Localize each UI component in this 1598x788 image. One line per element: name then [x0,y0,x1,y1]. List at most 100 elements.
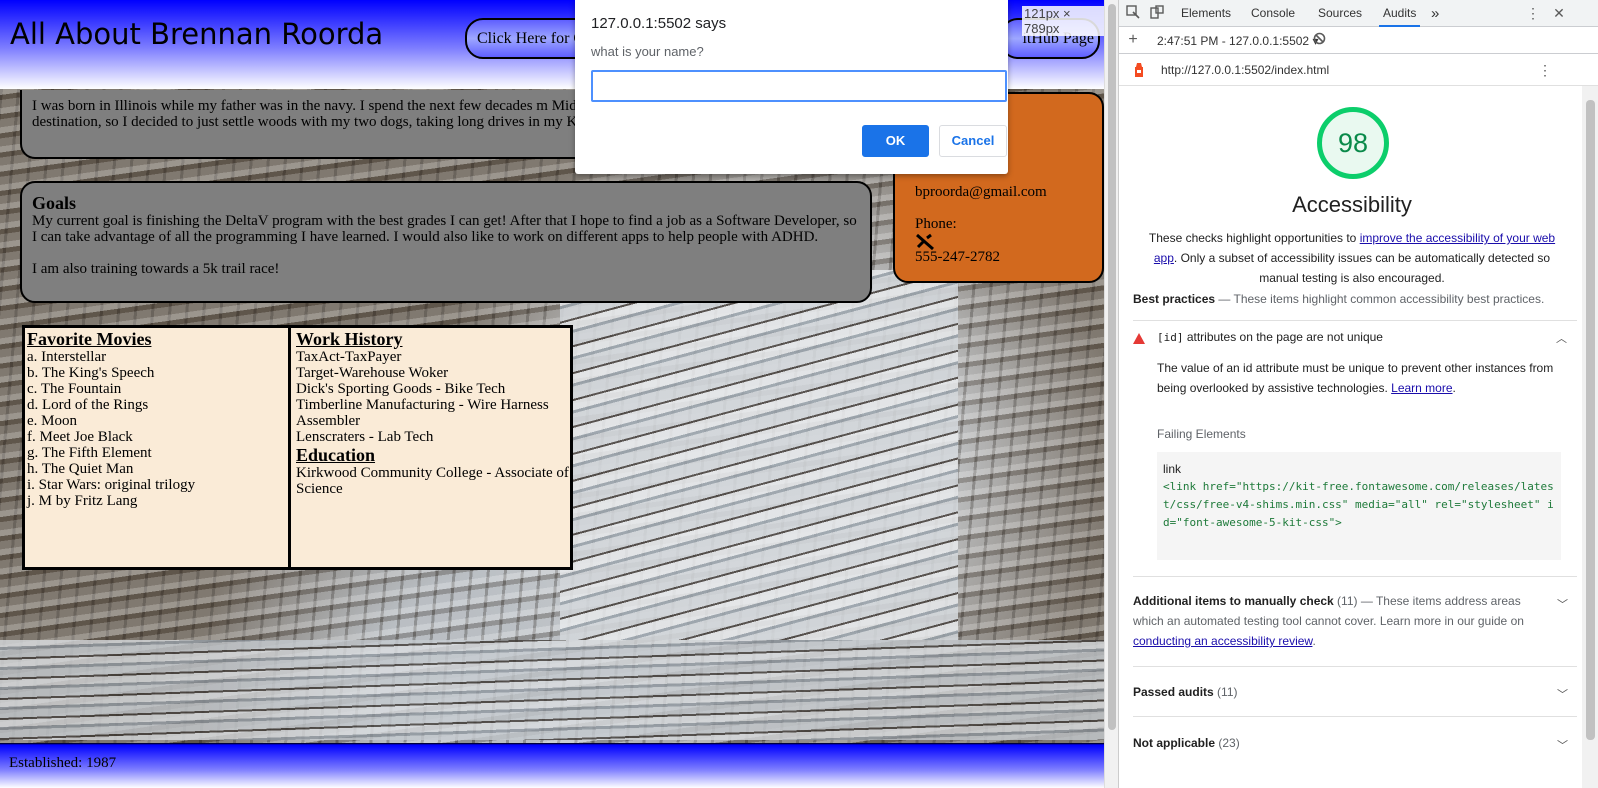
learn-more-link[interactable]: Learn more [1391,381,1452,395]
clear-icon[interactable] [1311,32,1327,48]
movies-column: Favorite Movies a. Interstellar b. The Ki… [25,328,291,567]
divider [1133,320,1577,321]
not-applicable-title: Not applicable [1133,736,1216,750]
lighthouse-icon [1131,62,1147,78]
audits-toolbar: + 2:47:51 PM - 127.0.0.1:5502 ▾ [1119,27,1598,54]
contact-phone: 555-247-2782 [915,249,1000,265]
site-title: All About Brennan Roorda [10,17,384,51]
viewport-size-badge: 121px × 789px [1022,6,1104,36]
more-tabs-button[interactable]: » [1431,0,1439,27]
work-list-item: Target-Warehouse Woker [296,365,449,381]
devtools-scrollbar-thumb[interactable] [1586,100,1595,740]
divider [1133,666,1577,667]
devtools-panel: Elements Console Sources Audits » ⋮ ✕ + … [1118,0,1598,788]
education-list: Kirkwood Community College - Associate o… [296,465,570,497]
divider [1133,576,1577,577]
page-scrollbar-thumb[interactable] [1108,4,1116,730]
contact-email: bproorda@gmail.com [915,184,1047,200]
work-list-item: Lenscraters - Lab Tech [296,429,434,445]
tab-audits[interactable]: Audits [1379,0,1421,27]
audit-desc-text: The value of an id attribute must be uni… [1157,361,1554,395]
cancel-button[interactable]: Cancel [939,125,1007,157]
ok-button[interactable]: OK [862,125,929,157]
desc-text-2: . Only a subset of accessibility issues … [1173,251,1551,285]
audit-code: [id] [1157,331,1184,344]
fail-triangle-icon [1133,333,1145,344]
manual-check-title: Additional items to manually check [1133,594,1334,608]
desc-text: These checks highlight opportunities to [1148,231,1360,245]
tab-sources[interactable]: Sources [1318,0,1362,27]
close-icon[interactable]: ✕ [1551,5,1567,21]
page-scrollbar[interactable] [1104,0,1118,788]
work-list-item: TaxAct-TaxPayer [296,349,402,365]
work-heading: Work History [296,329,403,349]
work-list-item: Dick's Sporting Goods - Bike Tech [296,381,506,397]
goals-title: Goals [32,193,77,213]
passed-audits-section[interactable]: Passed audits (11) [1133,682,1577,702]
education-heading: Education [296,445,376,465]
not-applicable-section[interactable]: Not applicable (23) [1133,733,1577,753]
prompt-dialog: 127.0.0.1:5502 says what is your name? O… [575,0,1008,174]
divider [1133,716,1577,717]
phone-icon [915,233,1082,251]
work-list: TaxAct-TaxPayer Target-Warehouse Woker Dic… [296,349,570,445]
movies-list: a. Interstellar b. The King's Speech c. Th… [27,349,288,509]
chevron-down-icon[interactable]: ﹀ [1557,596,1568,612]
accessibility-score: 98 [1337,128,1369,158]
phone-label: Phone: [915,216,957,232]
chevron-up-icon[interactable]: ︿ [1556,330,1567,346]
best-practices-text: — These items highlight common accessibi… [1215,292,1545,306]
devtools-scrollbar[interactable] [1582,86,1598,788]
report-url-bar: http://127.0.0.1:5502/index.html ⋮ [1119,55,1598,86]
passed-audits-count: (11) [1213,685,1238,699]
chevron-down-icon[interactable]: ﹀ [1557,686,1568,702]
report-url: http://127.0.0.1:5502/index.html [1161,63,1330,77]
name-input[interactable] [591,70,1007,102]
devtools-tabbar: Elements Console Sources Audits » ⋮ ✕ [1119,0,1598,27]
failing-node-name: link [1163,462,1182,476]
movie-list-item: i. Star Wars: original trilogy [27,477,196,493]
not-applicable-count: (23) [1215,736,1240,750]
chevron-down-icon[interactable]: ﹀ [1557,737,1568,753]
movie-list-item: g. The Fifth Element [27,445,152,461]
work-list-item: Timberline Manufacturing - Wire Harness … [296,397,549,429]
device-toolbar-icon[interactable] [1149,5,1165,21]
failing-node-snippet[interactable]: <link href="https://kit-free.fontawesome… [1163,478,1555,532]
category-description: These checks highlight opportunities to … [1143,228,1561,288]
audit-description: The value of an id attribute must be uni… [1157,361,1554,395]
plus-icon[interactable]: + [1125,32,1141,48]
manual-check-count: (11) [1333,594,1358,608]
passed-audits-title: Passed audits [1133,685,1214,699]
accessibility-score-gauge: 98 [1317,107,1389,179]
dialog-message: what is your name? [591,44,704,59]
work-column: Work History TaxAct-TaxPayer Target-Wareh… [294,328,570,567]
best-practices-title: Best practices [1133,292,1216,306]
info-table: Favorite Movies a. Interstellar b. The Ki… [22,325,573,570]
movies-heading: Favorite Movies [27,329,152,349]
birch-background-patch [560,270,958,640]
movie-list-item: e. Moon [27,413,77,429]
goals-panel: Goals My current goal is finishing the D… [20,181,872,303]
report-menu-icon[interactable]: ⋮ [1537,62,1553,78]
failing-element-box: link <link href="https://kit-free.fontaw… [1157,452,1561,560]
movie-list-item: j. M by Fritz Lang [27,493,138,509]
inspect-element-icon[interactable] [1125,5,1141,21]
audit-run-select[interactable]: 2:47:51 PM - 127.0.0.1:5502 ▾ [1157,34,1318,48]
goals-text-2: I am also training towards a 5k trail ra… [32,261,280,277]
failing-elements-label: Failing Elements [1157,427,1246,441]
goals-text: My current goal is finishing the DeltaV … [32,213,857,245]
movie-list-item: b. The King's Speech [27,365,155,381]
dialog-origin: 127.0.0.1:5502 says [591,15,727,32]
audit-title: [id] attributes on the page are not uniq… [1157,330,1383,344]
tab-console[interactable]: Console [1251,0,1295,27]
tab-elements[interactable]: Elements [1181,0,1231,27]
footer-text: Established: 1987 [9,755,117,771]
movie-list-item: h. The Quiet Man [27,461,134,477]
manual-check-section[interactable]: Additional items to manually check (11) … [1133,591,1553,651]
movie-list-item: a. Interstellar [27,349,107,365]
audit-id-unique[interactable]: [id] attributes on the page are not uniq… [1133,328,1577,350]
category-title: Accessibility [1292,192,1412,217]
kebab-menu-icon[interactable]: ⋮ [1525,5,1541,21]
accessibility-review-link[interactable]: conducting an accessibility review [1133,634,1312,648]
movie-list-item: d. Lord of the Rings [27,397,149,413]
